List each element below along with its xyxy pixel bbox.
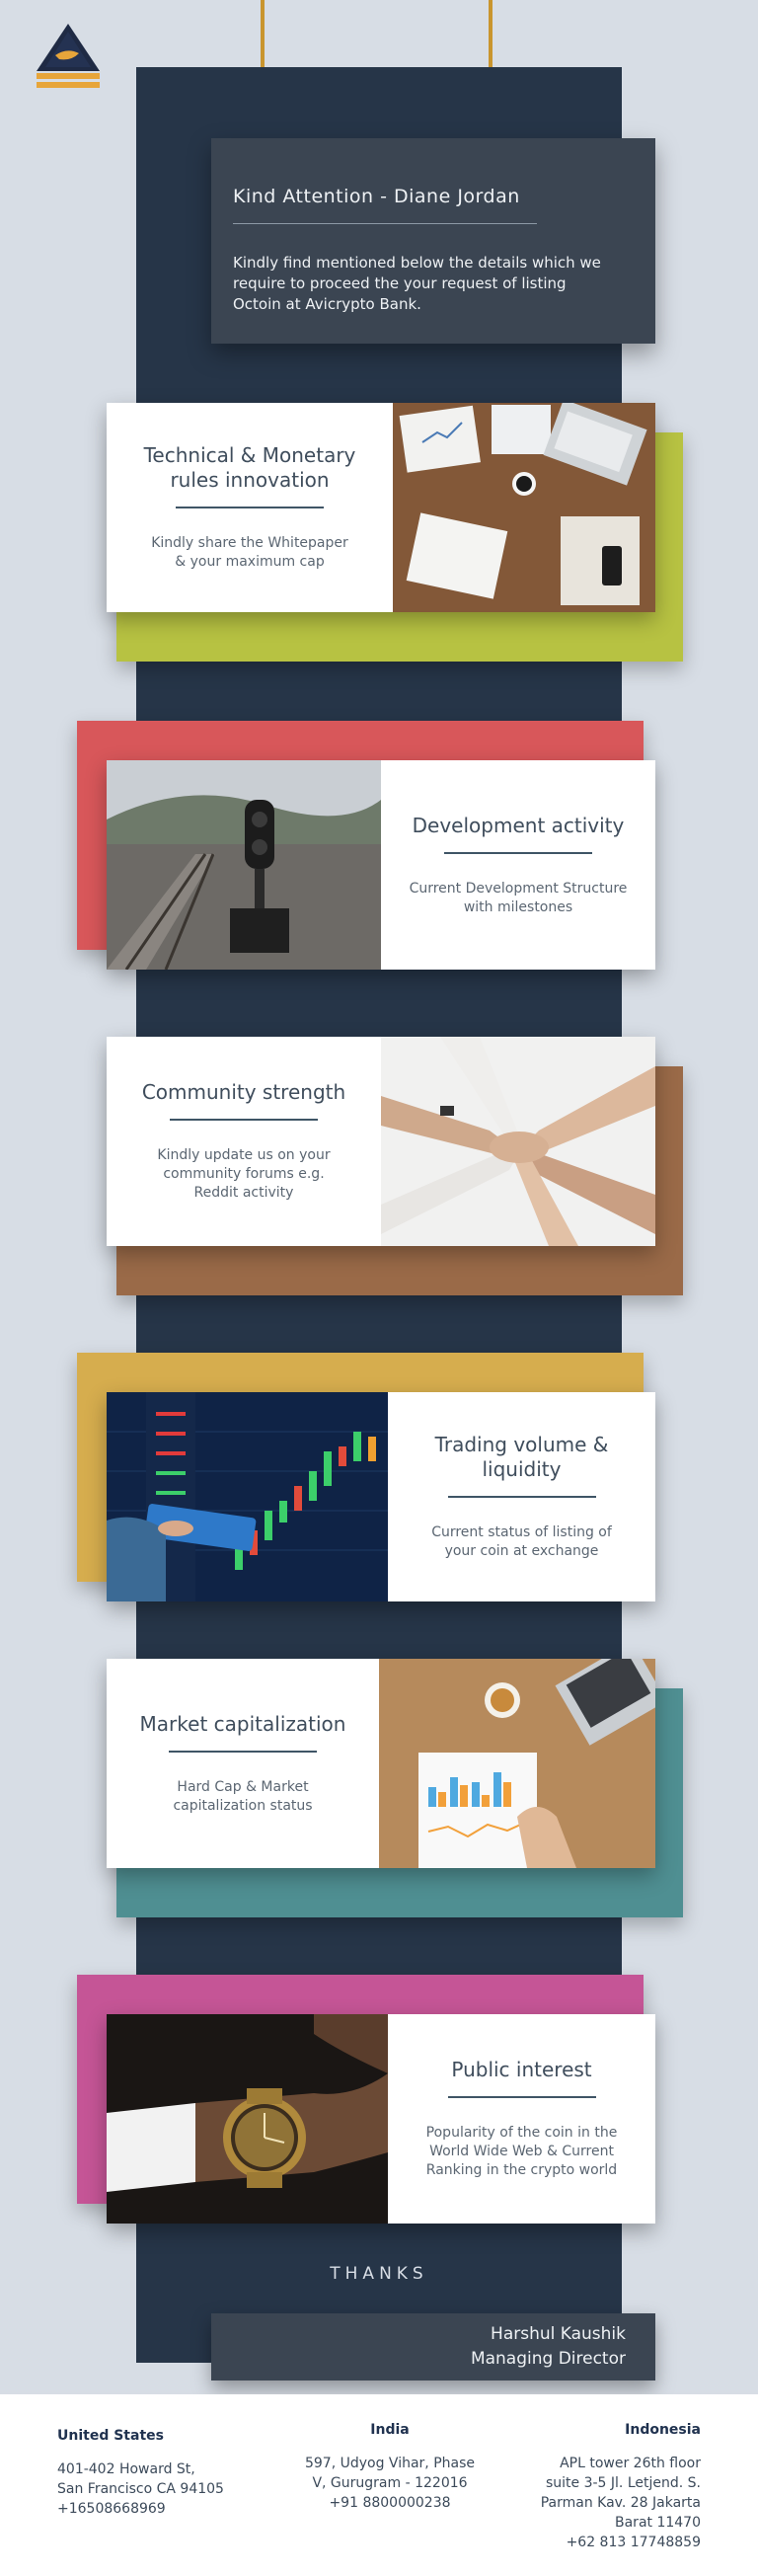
card-divider xyxy=(447,2096,596,2098)
card-title: Public interest xyxy=(451,2058,592,2081)
card-description: Kindly share the Whitepaper & your maxim… xyxy=(151,535,348,570)
office-address-line: APL tower 26th floor xyxy=(560,2456,701,2471)
info-card-technical: Technical & Monetary rules innovation Ki… xyxy=(107,403,655,612)
attention-panel: Kind Attention - Diane Jordan Kindly fin… xyxy=(211,138,655,344)
card-description: Current status of listing of your coin a… xyxy=(431,1524,612,1559)
footer: United States 401-402 Howard St, San Fra… xyxy=(0,2394,758,2576)
hanging-string-left xyxy=(261,0,265,67)
card-description: Hard Cap & Market capitalization status xyxy=(173,1778,313,1814)
card-description: Kindly update us on your community forum… xyxy=(157,1147,331,1201)
office-heading: Indonesia xyxy=(625,2422,701,2438)
info-card-development: Development activity Current Development… xyxy=(107,760,655,970)
signature-panel: Harshul Kaushik Managing Director xyxy=(211,2313,655,2381)
card-text: Trading volume & liquidity Current statu… xyxy=(388,1392,655,1601)
info-card-trading: Trading volume & liquidity Current statu… xyxy=(107,1392,655,1601)
card-divider xyxy=(176,507,324,508)
attention-title: Kind Attention - Diane Jordan xyxy=(233,186,520,207)
card-title: Technical & Monetary rules innovation xyxy=(143,443,356,492)
office-heading: United States xyxy=(57,2428,164,2444)
footer-office-indonesia: Indonesia APL tower 26th floor suite 3-5… xyxy=(541,2420,701,2552)
card-text: Development activity Current Development… xyxy=(381,760,655,970)
office-heading: India xyxy=(370,2422,410,2438)
signature-role: Managing Director xyxy=(470,2349,626,2369)
charts-coffee-photo xyxy=(379,1659,655,1868)
card-text: Market capitalization Hard Cap & Market … xyxy=(107,1659,379,1868)
info-card-market-cap: Market capitalization Hard Cap & Market … xyxy=(107,1659,655,1868)
office-address-line: Parman Kav. 28 Jakarta xyxy=(540,2495,701,2511)
railway-signal-photo xyxy=(107,760,381,970)
trading-chart-tablet-photo xyxy=(107,1392,388,1601)
office-address-line: 401-402 Howard St, xyxy=(57,2461,195,2477)
info-card-community: Community strength Kindly update us on y… xyxy=(107,1037,655,1246)
attention-body: Kindly find mentioned below the details … xyxy=(233,254,601,313)
footer-office-india: India 597, Udyog Vihar, Phase V, Gurugra… xyxy=(296,2420,484,2513)
attention-divider xyxy=(233,223,537,224)
office-phone: +62 813 17748859 xyxy=(566,2535,701,2550)
office-address-line: San Francisco CA 94105 xyxy=(57,2481,224,2497)
gold-watch-photo xyxy=(107,2014,388,2224)
card-divider xyxy=(444,851,592,854)
stacked-hands-photo xyxy=(381,1037,655,1246)
card-divider xyxy=(170,1119,318,1121)
desk-laptop-papers-photo xyxy=(393,403,655,612)
info-card-public-interest: Public interest Popularity of the coin i… xyxy=(107,2014,655,2224)
card-title: Market capitalization xyxy=(139,1711,346,1736)
card-description: Current Development Structure with miles… xyxy=(409,880,628,915)
card-description: Popularity of the coin in the World Wide… xyxy=(425,2125,618,2178)
office-address-line: suite 3-5 Jl. Letjend. S. xyxy=(545,2475,701,2491)
office-phone: +91 8800000238 xyxy=(329,2495,451,2511)
footer-office-us: United States 401-402 Howard St, San Fra… xyxy=(57,2426,224,2519)
hanging-string-right xyxy=(489,0,493,67)
card-title: Trading volume & liquidity xyxy=(434,1433,609,1481)
card-title: Development activity xyxy=(412,813,625,837)
thanks-text: THANKS xyxy=(330,2264,428,2284)
card-divider xyxy=(169,1750,317,1753)
office-address-line: 597, Udyog Vihar, Phase xyxy=(304,2456,475,2471)
company-logo xyxy=(34,22,103,95)
office-address-line: Barat 11470 xyxy=(615,2515,701,2531)
office-address-line: V, Gurugram - 122016 xyxy=(312,2475,468,2491)
card-text: Public interest Popularity of the coin i… xyxy=(388,2014,655,2224)
card-text: Community strength Kindly update us on y… xyxy=(107,1037,381,1246)
card-divider xyxy=(447,1496,596,1498)
card-text: Technical & Monetary rules innovation Ki… xyxy=(107,403,393,612)
office-phone: +16508668969 xyxy=(57,2501,166,2517)
card-title: Community strength xyxy=(141,1080,346,1104)
signature-name: Harshul Kaushik xyxy=(491,2324,626,2344)
